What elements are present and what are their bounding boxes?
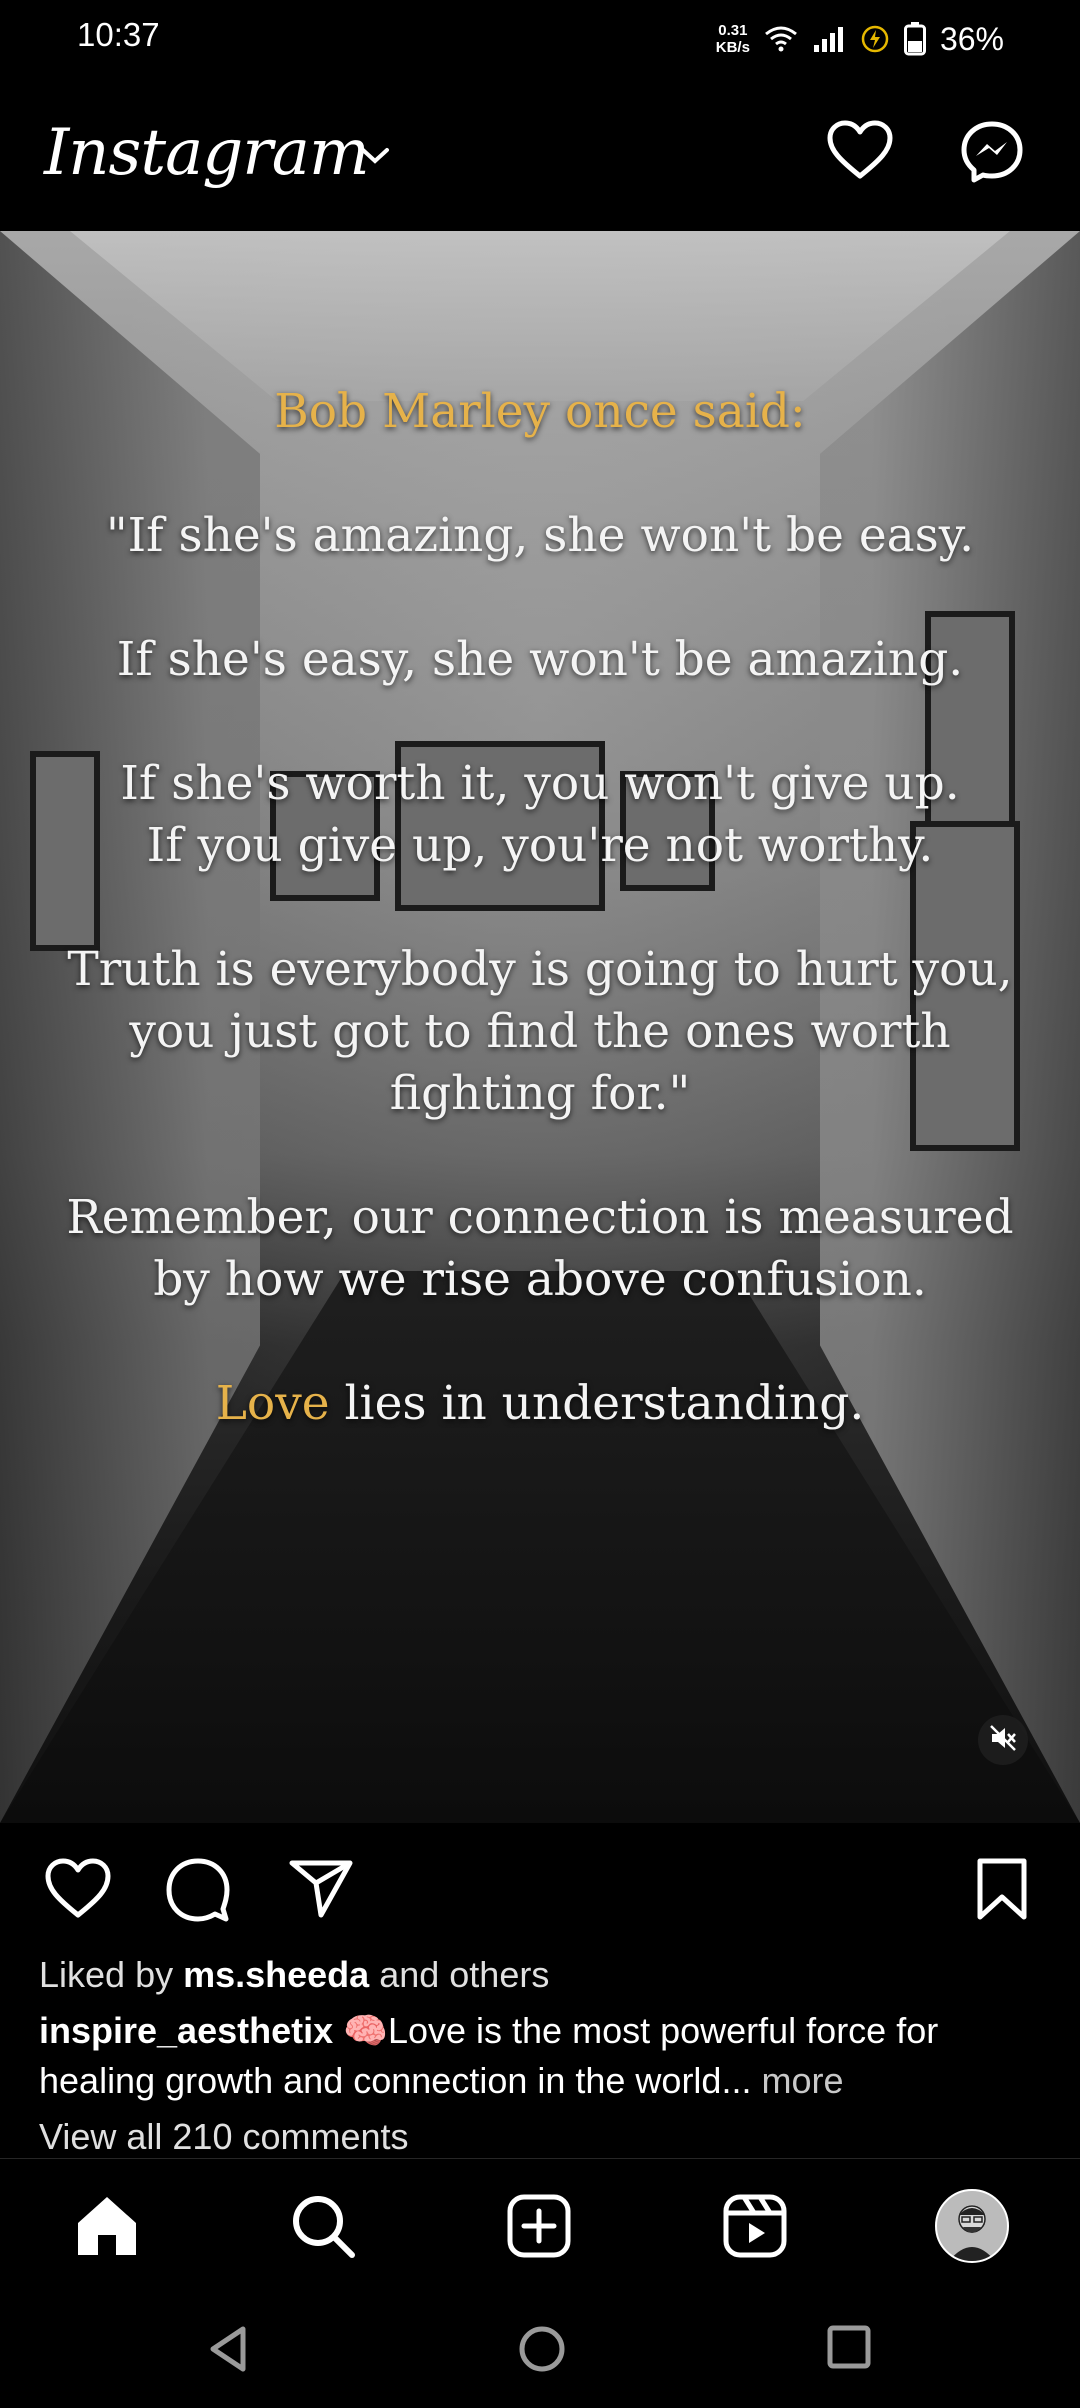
caption-more-link[interactable]: more — [751, 2060, 843, 2101]
liked-by-user[interactable]: ms.sheeda — [183, 1954, 369, 1995]
create-post-icon[interactable] — [506, 2193, 572, 2264]
top-app-bar: Instagram — [0, 80, 1080, 230]
messenger-icon[interactable] — [960, 120, 1024, 189]
home-icon[interactable] — [74, 2193, 140, 2264]
status-time: 10:37 — [77, 16, 160, 53]
liked-by-prefix: Liked by — [39, 1954, 184, 1995]
mute-button[interactable] — [978, 1715, 1028, 1765]
network-speed-value: 0.31 — [718, 22, 748, 39]
speaker-muted-icon — [988, 1723, 1018, 1758]
comment-icon[interactable] — [165, 1857, 231, 1928]
quote-line: Remember, our connection is measured by … — [66, 1190, 1014, 1307]
caption-text[interactable]: inspire_aesthetix 🧠Love is the most powe… — [39, 2006, 1049, 2106]
quote-line: "If she's amazing, she won't be easy. — [105, 508, 975, 563]
quote-line: Truth is everybody is going to hurt you,… — [67, 942, 1013, 1121]
bookmark-icon[interactable] — [974, 1857, 1030, 1926]
likes-line[interactable]: Liked by ms.sheeda and others — [39, 1950, 1049, 2000]
hallway-ceiling — [70, 231, 1010, 401]
liked-by-suffix: and others — [369, 1954, 550, 1995]
status-indicators: 0.31 KB/s 36% — [716, 14, 1004, 64]
quote-title: Bob Marley once said: — [274, 384, 806, 439]
quote-highlight-love: Love — [215, 1376, 330, 1431]
chevron-down-icon[interactable] — [360, 146, 390, 171]
wifi-icon — [764, 25, 798, 53]
battery-saver-icon — [860, 24, 890, 54]
avatar-face-icon — [949, 2205, 995, 2261]
network-speed-unit: KB/s — [715, 39, 750, 56]
system-navigation-bar — [0, 2300, 1080, 2408]
like-heart-icon[interactable] — [44, 1857, 112, 1924]
battery-icon — [903, 22, 926, 56]
search-icon[interactable] — [290, 2193, 356, 2264]
signal-icon — [812, 25, 846, 53]
view-comments-link[interactable]: View all 210 comments — [39, 2112, 1049, 2162]
share-send-icon[interactable] — [288, 1857, 354, 1924]
post-author[interactable]: inspire_aesthetix — [39, 2010, 333, 2051]
quote-line: If she's easy, she won't be amazing. — [116, 632, 964, 687]
back-triangle-icon[interactable] — [205, 2324, 251, 2379]
home-circle-icon[interactable] — [517, 2324, 567, 2379]
bottom-navigation — [0, 2158, 1080, 2298]
network-speed: 0.31 KB/s — [716, 22, 750, 56]
quote-line: If she's worth it, you won't give up. If… — [120, 756, 960, 873]
post-caption-area: Liked by ms.sheeda and others inspire_ae… — [39, 1950, 1049, 2162]
quote-closing: Love lies in understanding. — [40, 1373, 1040, 1435]
quote-closing-rest: lies in understanding. — [329, 1376, 865, 1431]
post-media[interactable]: Bob Marley once said: "If she's amazing,… — [0, 231, 1080, 1823]
reels-icon[interactable] — [722, 2193, 788, 2264]
notifications-heart-icon[interactable] — [826, 120, 894, 185]
post-actions — [0, 1823, 1080, 1953]
instagram-logo[interactable]: Instagram — [44, 116, 370, 190]
profile-avatar[interactable] — [935, 2189, 1009, 2263]
quote-text: Bob Marley once said: "If she's amazing,… — [40, 381, 1040, 1497]
battery-percent: 36% — [939, 20, 1004, 57]
status-bar: 10:37 0.31 KB/s 36% — [0, 0, 1080, 78]
recents-square-icon[interactable] — [826, 2324, 872, 2375]
